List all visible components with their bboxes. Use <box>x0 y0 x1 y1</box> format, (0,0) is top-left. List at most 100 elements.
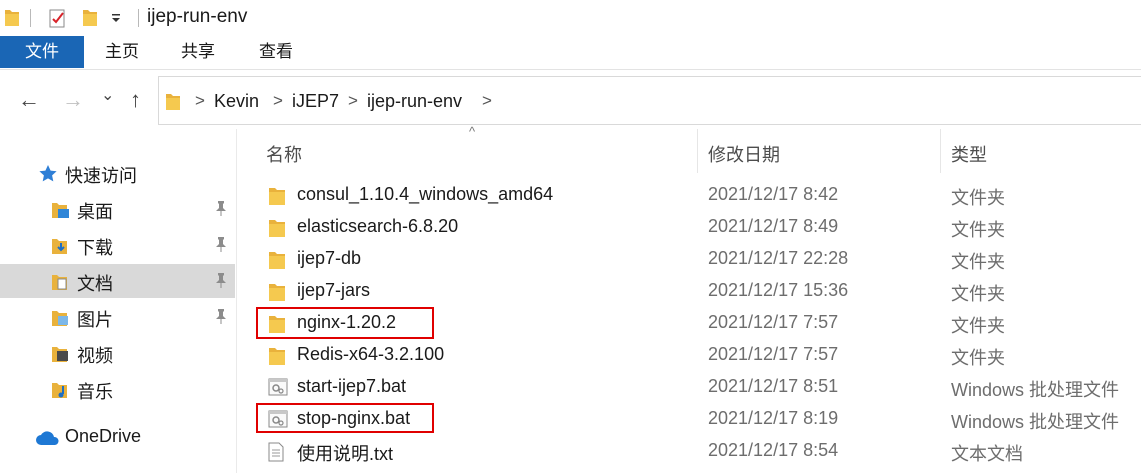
nav-item-label: 视频 <box>77 346 113 366</box>
nav-item-label: 文档 <box>77 274 113 294</box>
toolbar-separator <box>138 9 139 27</box>
desktop-folder-icon <box>52 203 69 218</box>
file-name: elasticsearch-6.8.20 <box>297 216 459 236</box>
file-modified: 2021/12/17 8:42 <box>708 184 839 204</box>
download-folder-icon <box>52 239 67 254</box>
sort-ascending-icon: ^ <box>469 124 476 139</box>
toolbar-separator <box>30 9 31 27</box>
tab-home[interactable]: 主页 <box>92 36 152 68</box>
file-modified: 2021/12/17 7:57 <box>708 344 839 364</box>
pin-icon[interactable] <box>214 200 228 216</box>
text-file-icon <box>268 442 284 462</box>
music-folder-icon <box>52 383 67 398</box>
file-type: 文本文档 <box>951 444 1023 464</box>
file-type: 文件夹 <box>951 220 1005 240</box>
table-row[interactable]: Redis-x64-3.2.100 2021/12/17 7:57 文件夹 <box>255 339 1141 371</box>
highlight-box-nginx-folder <box>256 307 434 339</box>
nav-item-label: 桌面 <box>77 202 113 222</box>
nav-item-downloads[interactable]: 下载 <box>0 228 235 262</box>
folder-icon <box>5 10 19 26</box>
file-name: ijep7-db <box>297 248 362 268</box>
breadcrumb-separator-icon[interactable]: > <box>348 91 358 111</box>
highlight-box-stop-nginx-bat <box>256 403 434 433</box>
file-type: Windows 批处理文件 <box>951 380 1120 400</box>
ribbon-tabs: 文件 主页 共享 查看 <box>0 36 1141 70</box>
file-type: 文件夹 <box>951 188 1005 208</box>
column-header-modified[interactable]: 修改日期 <box>708 141 780 167</box>
table-row[interactable]: consul_1.10.4_windows_amd64 2021/12/17 8… <box>255 179 1141 211</box>
table-row[interactable]: ijep7-db 2021/12/17 22:28 文件夹 <box>255 243 1141 275</box>
tab-share[interactable]: 共享 <box>168 36 228 68</box>
nav-item-documents[interactable]: 文档 <box>0 264 235 298</box>
pane-divider <box>236 129 237 473</box>
nav-item-label: 图片 <box>77 310 113 330</box>
back-arrow-icon[interactable]: ← <box>18 87 40 113</box>
file-name: start-ijep7.bat <box>297 376 407 396</box>
table-row[interactable]: elasticsearch-6.8.20 2021/12/17 8:49 文件夹 <box>255 211 1141 243</box>
nav-quick-access-label: 快速访问 <box>65 166 137 186</box>
file-name: Redis-x64-3.2.100 <box>297 344 445 364</box>
nav-quick-access[interactable]: 快速访问 <box>0 156 235 190</box>
file-modified: 2021/12/17 22:28 <box>708 248 849 268</box>
tab-file[interactable]: 文件 <box>0 36 84 68</box>
column-divider[interactable] <box>697 129 698 173</box>
nav-onedrive[interactable]: OneDrive <box>0 420 235 454</box>
breadcrumb-separator-icon[interactable]: > <box>482 91 492 111</box>
folder-icon <box>269 348 285 365</box>
nav-onedrive-label: OneDrive <box>65 426 142 446</box>
address-bar[interactable]: > Kevin > iJEP7 > ijep-run-env > <box>158 76 1141 125</box>
column-header-name[interactable]: 名称 <box>266 141 302 167</box>
forward-arrow-icon[interactable]: → <box>62 87 84 113</box>
pictures-folder-icon <box>52 311 68 326</box>
title-bar: ijep-run-env <box>0 0 1141 36</box>
folder-icon <box>269 252 285 269</box>
breadcrumb-separator-icon[interactable]: > <box>195 91 205 111</box>
file-type: 文件夹 <box>951 348 1005 368</box>
pin-icon[interactable] <box>214 236 228 252</box>
folder-icon <box>269 284 285 301</box>
file-modified: 2021/12/17 15:36 <box>708 280 849 300</box>
star-icon <box>39 165 57 182</box>
breadcrumb-kevin[interactable]: Kevin <box>214 91 259 112</box>
pin-icon[interactable] <box>214 308 228 324</box>
column-header-type[interactable]: 类型 <box>951 141 987 167</box>
breadcrumb-ijep7[interactable]: iJEP7 <box>292 91 339 112</box>
file-modified: 2021/12/17 8:49 <box>708 216 839 236</box>
customize-toolbar-dropdown-icon[interactable] <box>110 12 122 24</box>
navigation-pane: 快速访问 桌面 下载 文档 图片 视频 音乐 OneDrive <box>0 129 236 473</box>
column-divider[interactable] <box>940 129 941 173</box>
pin-icon[interactable] <box>214 272 228 288</box>
videos-folder-icon <box>52 347 68 362</box>
file-modified: 2021/12/17 8:19 <box>708 408 839 428</box>
new-folder-icon[interactable] <box>82 7 98 27</box>
table-row[interactable]: 使用说明.txt 2021/12/17 8:54 文本文档 <box>255 435 1141 467</box>
file-name: consul_1.10.4_windows_amd64 <box>297 184 554 204</box>
nav-item-music[interactable]: 音乐 <box>0 372 235 406</box>
folder-icon <box>269 188 285 205</box>
nav-item-videos[interactable]: 视频 <box>0 336 235 370</box>
recent-locations-chevron-icon[interactable]: ⌄ <box>101 85 114 105</box>
folder-icon <box>269 220 285 237</box>
nav-item-desktop[interactable]: 桌面 <box>0 192 235 226</box>
folder-icon <box>166 94 180 110</box>
breadcrumb-separator-icon[interactable]: > <box>273 91 283 111</box>
onedrive-cloud-icon <box>36 431 59 445</box>
file-type: Windows 批处理文件 <box>951 412 1120 432</box>
documents-folder-icon <box>52 275 67 290</box>
file-modified: 2021/12/17 8:51 <box>708 376 839 396</box>
batch-file-icon <box>268 378 288 396</box>
properties-icon[interactable] <box>48 7 68 29</box>
file-modified: 2021/12/17 8:54 <box>708 440 839 460</box>
table-row[interactable]: ijep7-jars 2021/12/17 15:36 文件夹 <box>255 275 1141 307</box>
breadcrumb-ijep-run-env[interactable]: ijep-run-env <box>367 91 462 112</box>
up-arrow-icon[interactable]: ↑ <box>130 87 141 113</box>
file-name: ijep7-jars <box>297 280 371 300</box>
nav-item-label: 音乐 <box>77 382 113 402</box>
file-type: 文件夹 <box>951 316 1005 336</box>
table-row[interactable]: start-ijep7.bat 2021/12/17 8:51 Windows … <box>255 371 1141 403</box>
window-title: ijep-run-env <box>147 6 248 27</box>
tab-view[interactable]: 查看 <box>246 36 306 68</box>
nav-item-label: 下载 <box>77 238 113 258</box>
navigation-bar: ← → ⌄ ↑ > Kevin > iJEP7 > ijep-run-env > <box>0 71 1141 129</box>
nav-item-pictures[interactable]: 图片 <box>0 300 235 334</box>
